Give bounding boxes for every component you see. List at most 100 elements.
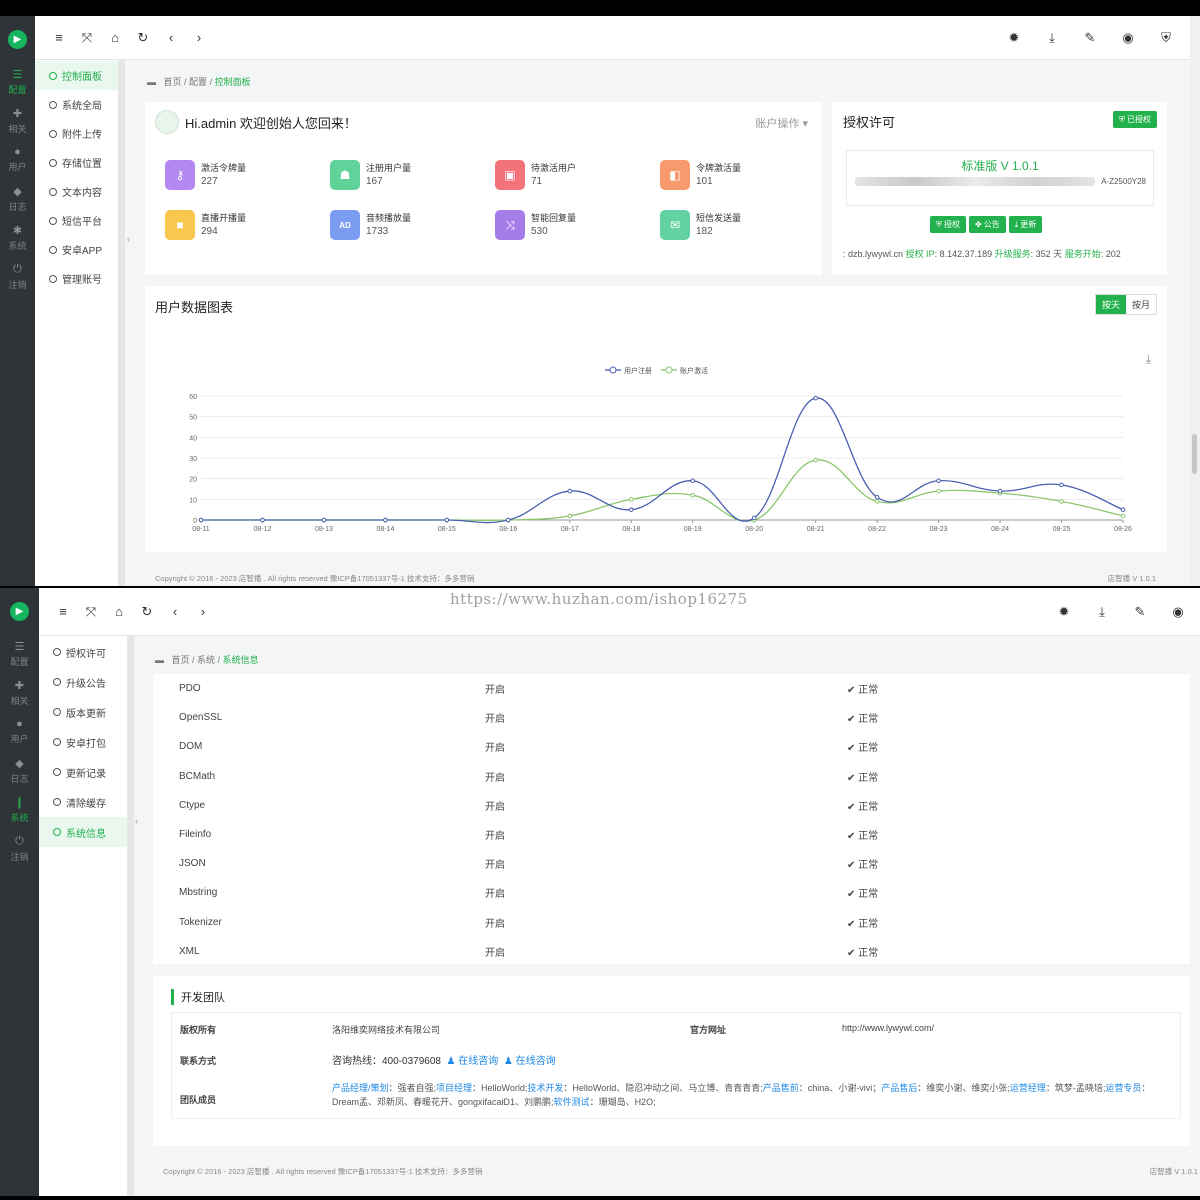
sliders-icon: ☰ — [14, 640, 25, 653]
extension-name: Tokenizer — [179, 916, 222, 928]
app-logo[interactable]: ▶ — [0, 588, 39, 634]
rail-item-logout[interactable]: ⏻ 注销 — [0, 257, 35, 296]
qq-icon: ♟ — [503, 1056, 513, 1067]
data-point — [751, 515, 757, 521]
data-point — [567, 513, 573, 519]
x-tick-label: 08-13 — [315, 526, 333, 533]
menu-item-version-update[interactable]: 版本更新 — [39, 697, 127, 727]
data-point — [628, 507, 634, 512]
fullscreen-icon[interactable]: ⤧ — [77, 604, 105, 620]
menu-item-upgrade-notice[interactable]: 升级公告 — [39, 667, 127, 697]
android-icon[interactable]: ✹ — [1050, 604, 1078, 620]
menu-item-global[interactable]: 系统全局 — [35, 90, 118, 119]
eraser-icon[interactable]: ✎ — [1126, 604, 1154, 620]
update-button[interactable]: ⤓ 更新 — [1008, 216, 1043, 233]
rail-item-users[interactable]: ● 用户 — [0, 712, 39, 751]
forward-icon[interactable]: › — [189, 604, 217, 619]
account-ops-dropdown[interactable]: 账户操作 ▾ — [755, 115, 808, 131]
rail-item-users[interactable]: ● 用户 — [0, 140, 35, 179]
breadcrumb-home[interactable]: 首页 — [164, 77, 182, 87]
app-logo[interactable]: ▶ — [0, 16, 35, 62]
download-icon[interactable]: ⤓ — [1088, 604, 1116, 620]
data-point — [260, 517, 265, 523]
collapse-menu-icon[interactable]: ‹ — [135, 816, 138, 826]
menu-item-text[interactable]: 文本内容 — [35, 177, 118, 206]
menu-item-sms[interactable]: 短信平台 — [35, 206, 118, 235]
stat-value: 530 — [531, 226, 548, 237]
menu-item-changelog[interactable]: 更新记录 — [39, 757, 127, 787]
back-icon[interactable]: ‹ — [157, 30, 185, 45]
breadcrumb-parent[interactable]: 配置 — [189, 77, 207, 87]
rail-item-related[interactable]: ✚ 相关 — [0, 101, 35, 140]
status-label: 正常 — [858, 772, 879, 784]
y-tick-label: 20 — [189, 477, 197, 484]
authorize-button[interactable]: ⛨ 授权 — [930, 216, 966, 233]
check-icon: ✔ — [847, 831, 859, 843]
rail-item-logs[interactable]: ◆ 日志 — [0, 179, 35, 218]
rail-item-config[interactable]: ☰ 配置 — [0, 634, 39, 673]
stat-smart-replies: ⤨ 智能回复量 530 — [495, 210, 576, 240]
scrollbar[interactable] — [1190, 16, 1200, 586]
menu-item-control-panel[interactable]: 控制面板 — [35, 61, 118, 90]
team-title: 开发团队 — [171, 989, 225, 1005]
rail-item-related[interactable]: ✚ 相关 — [0, 673, 39, 712]
home-icon[interactable]: ⌂ — [105, 604, 133, 619]
x-tick-label: 08-24 — [991, 526, 1009, 533]
refresh-icon[interactable]: ↻ — [133, 604, 161, 620]
rail-item-logout[interactable]: ⏻ 注销 — [0, 829, 39, 868]
x-tick-label: 08-14 — [376, 526, 394, 533]
stat-live-streams: ■ 直播开播量 294 — [165, 210, 246, 240]
license-start: : 202 — [1100, 249, 1121, 259]
table-row: Fileinfo 开启 ✔ 正常 — [179, 820, 1179, 849]
data-point — [628, 497, 634, 502]
scrollbar-thumb[interactable] — [1192, 434, 1197, 474]
hamburger-icon[interactable]: ≡ — [49, 604, 77, 619]
shield-check-icon[interactable]: ⛨ — [1152, 30, 1180, 46]
download-icon[interactable]: ⤓ — [1038, 30, 1066, 46]
collapse-menu-icon[interactable]: ‹ — [127, 234, 130, 244]
rail-item-system[interactable]: ✱ 系统 — [0, 218, 35, 257]
online-consult-link-1[interactable]: ♟ 在线咨询 — [447, 1056, 499, 1067]
breadcrumb-parent[interactable]: 系统 — [197, 655, 215, 665]
check-icon: ✔ — [847, 947, 859, 959]
breadcrumb: ▬ 首页 / 系统 / 系统信息 — [155, 655, 259, 665]
user-circle-icon[interactable]: ◉ — [1114, 30, 1142, 46]
forward-icon[interactable]: › — [185, 30, 213, 45]
notice-button[interactable]: ✤ 公告 — [969, 216, 1006, 233]
menu-item-android[interactable]: 安卓APP — [35, 235, 118, 264]
rail-item-config[interactable]: ☰ 配置 — [0, 62, 35, 101]
refresh-icon[interactable]: ↻ — [129, 30, 157, 46]
rail-item-system[interactable]: ❙ 系统 — [0, 790, 39, 829]
folder-icon: ▬ — [147, 77, 156, 87]
user-circle-icon[interactable]: ◉ — [1164, 604, 1192, 620]
stat-pending-users: ▣ 待激活用户 71 — [495, 160, 576, 190]
menu-item-upload[interactable]: 附件上传 — [35, 119, 118, 148]
menu-item-license[interactable]: 授权许可 — [39, 637, 127, 667]
license-actions: ⛨ 授权 ✤ 公告 ⤓ 更新 — [930, 216, 1043, 233]
menu-item-android-pack[interactable]: 安卓打包 — [39, 727, 127, 757]
license-code: A-Z2500Y28 — [1101, 177, 1146, 186]
home-icon[interactable]: ⌂ — [101, 30, 129, 45]
eraser-icon[interactable]: ✎ — [1076, 30, 1104, 46]
hamburger-icon[interactable]: ≡ — [45, 30, 73, 45]
status-label: 正常 — [858, 831, 879, 843]
menu-item-storage[interactable]: 存储位置 — [35, 148, 118, 177]
site-value[interactable]: http://www.lywywl.com/ — [842, 1023, 934, 1033]
menu-item-system-info[interactable]: 系统信息 — [39, 817, 127, 847]
fullscreen-icon[interactable]: ⤧ — [73, 30, 101, 46]
breadcrumb-home[interactable]: 首页 — [172, 655, 190, 665]
data-point — [198, 517, 204, 523]
legend-label: 账户激活 — [680, 366, 708, 375]
contact-value: 咨询热线：400-0379608 ♟ 在线咨询 ♟ 在线咨询 — [332, 1052, 556, 1067]
menu-item-clear-cache[interactable]: 清除缓存 — [39, 787, 127, 817]
menu-item-accounts[interactable]: 管理账号 — [35, 264, 118, 293]
x-tick-label: 08-23 — [930, 526, 948, 533]
android-icon[interactable]: ✹ — [1000, 30, 1028, 46]
footer-copyright: Copyright © 2016 - 2023 店智播 . All rights… — [163, 1167, 483, 1176]
license-card: 授权许可 ⛨ 已授权 标准版 V 1.0.1 A-Z2500Y28 ⛨ 授权 ✤ 公告… — [832, 102, 1167, 275]
members-label: 团队成员 — [180, 1095, 217, 1105]
rail-item-logs[interactable]: ◆ 日志 — [0, 751, 39, 790]
back-icon[interactable]: ‹ — [161, 604, 189, 619]
button-label: 更新 — [1020, 220, 1037, 229]
online-consult-link-2[interactable]: ♟ 在线咨询 — [504, 1056, 556, 1067]
